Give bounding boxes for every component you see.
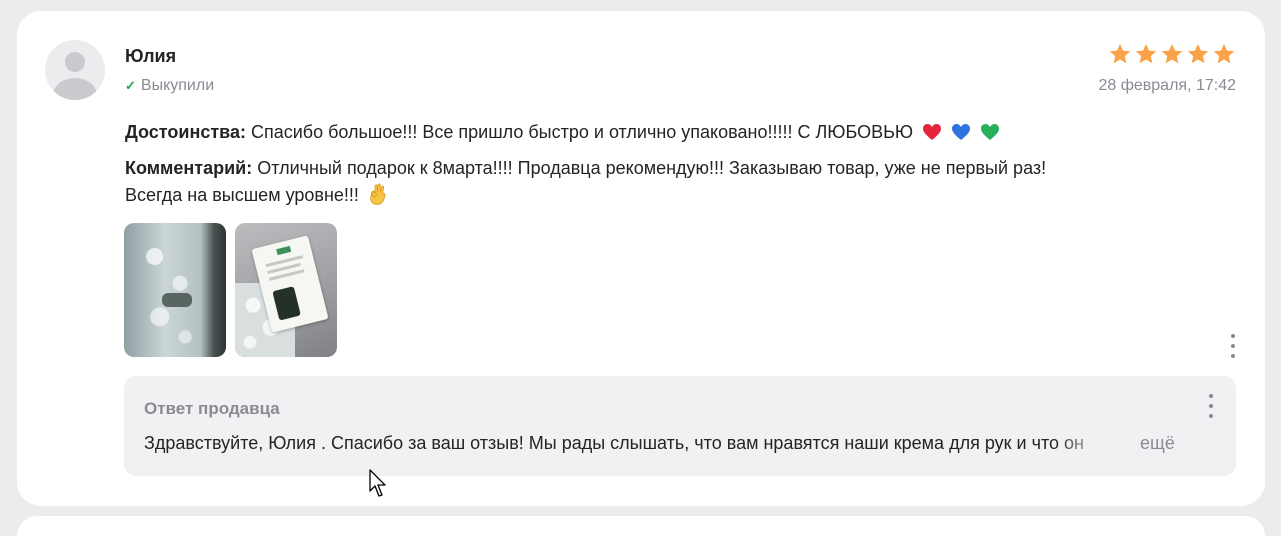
- text-fade: [1054, 430, 1128, 458]
- comment-label: Комментарий:: [125, 158, 253, 178]
- avatar: [45, 40, 105, 100]
- review-photo[interactable]: [235, 223, 337, 357]
- photo-detail: [276, 245, 292, 256]
- seller-reply-more-link[interactable]: ещё: [1140, 433, 1175, 454]
- pros-text: Спасибо большое!!! Все пришло быстро и о…: [245, 122, 914, 142]
- mouse-cursor-icon: [369, 469, 386, 497]
- next-card-edge: [17, 516, 1265, 536]
- bought-label: Выкупили: [140, 77, 215, 94]
- star-icon: [1187, 44, 1209, 64]
- review-photo[interactable]: [124, 223, 226, 357]
- dot: [1209, 414, 1213, 418]
- seller-reply: Ответ продавца Здравствуйте, Юлия . Спас…: [124, 376, 1236, 476]
- star-icon: [1109, 44, 1131, 64]
- dot: [1231, 344, 1235, 348]
- seller-reply-title: Ответ продавца: [144, 399, 280, 418]
- star-icon: [1161, 44, 1183, 64]
- dot: [1209, 394, 1213, 398]
- comment-text-line1: Отличный подарок к 8марта!!!! Продавца р…: [252, 158, 1047, 178]
- pros-line: Достоинства: Спасибо большое!!! Все приш…: [125, 119, 1000, 145]
- bought-status: ✓ Выкупили: [125, 77, 214, 95]
- avatar-head: [65, 52, 85, 72]
- avatar-body: [53, 78, 97, 100]
- check-icon: ✓: [125, 78, 136, 93]
- ok-hand-icon: [370, 183, 386, 205]
- seller-reply-text: Здравствуйте, Юлия . Спасибо за ваш отзы…: [144, 433, 1084, 453]
- photo-detail: [272, 286, 301, 321]
- dot: [1231, 354, 1235, 358]
- more-vertical-icon[interactable]: [1229, 334, 1237, 358]
- more-vertical-icon[interactable]: [1207, 394, 1215, 418]
- dot: [1209, 404, 1213, 408]
- red-heart-icon: [923, 124, 942, 140]
- comment-text-line2: Всегда на высшем уровне!!!: [125, 185, 359, 205]
- comment-line-2: Всегда на высшем уровне!!!: [125, 182, 388, 208]
- green-heart-icon: [981, 124, 1000, 140]
- rating-stars: [1108, 42, 1236, 66]
- star-icon: [1213, 44, 1235, 64]
- review-date: 28 февраля, 17:42: [1098, 77, 1236, 94]
- dot: [1231, 334, 1235, 338]
- pros-label: Достоинства:: [125, 122, 246, 142]
- star-icon: [1135, 44, 1157, 64]
- photo-detail: [162, 293, 192, 307]
- blue-heart-icon: [952, 124, 971, 140]
- comment-line: Комментарий: Отличный подарок к 8марта!!…: [125, 155, 1046, 181]
- review-author: Юлия: [125, 46, 177, 66]
